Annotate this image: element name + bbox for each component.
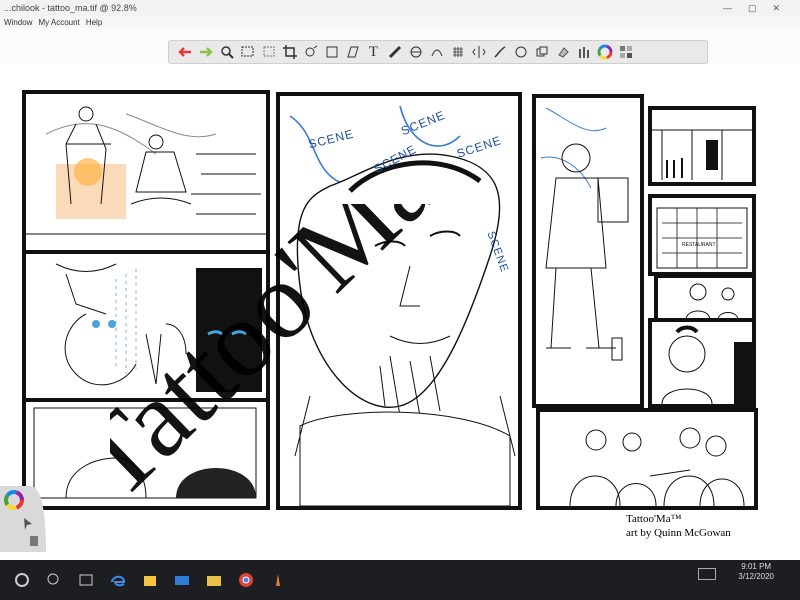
perspective-icon[interactable] xyxy=(427,43,446,62)
lasso-icon[interactable] xyxy=(259,43,278,62)
color-wheel-segment xyxy=(598,44,607,50)
clock-date: 3/12/2020 xyxy=(738,572,774,581)
color-wheel-segment xyxy=(605,51,612,60)
eraser-icon[interactable] xyxy=(30,536,38,546)
side-tools-graphic xyxy=(0,486,46,552)
symmetry-icon[interactable] xyxy=(469,43,488,62)
minimize-button[interactable]: — xyxy=(723,3,732,13)
store-icon[interactable] xyxy=(140,570,160,590)
stroke-icon[interactable] xyxy=(490,43,509,62)
system-clock[interactable]: 9:01 PM 3/12/2020 xyxy=(738,562,774,582)
brush-icon[interactable] xyxy=(574,43,593,62)
street-artwork xyxy=(652,129,752,180)
drawing-canvas[interactable]: SCENE SCENE SCENE SCENE SCENE RESTAURANT… xyxy=(0,64,800,560)
credit-title: Tattoo'Ma™ xyxy=(626,513,682,525)
color-wheel-segment xyxy=(598,54,607,60)
mail-icon[interactable] xyxy=(172,570,192,590)
menu-my-account[interactable]: My Account xyxy=(38,18,79,27)
taskbar xyxy=(0,560,800,600)
zoom-icon[interactable] xyxy=(217,43,236,62)
text-icon[interactable]: T xyxy=(364,43,383,62)
menu-help[interactable]: Help xyxy=(86,18,102,27)
file-explorer-icon[interactable] xyxy=(204,570,224,590)
shape-icon[interactable] xyxy=(511,43,530,62)
color-wheel-segment xyxy=(4,494,10,506)
warp-icon[interactable] xyxy=(343,43,362,62)
menu-bar: Window My Account Help xyxy=(0,16,800,28)
fill-icon[interactable] xyxy=(553,43,572,62)
window-controls: — ▢ ✕ xyxy=(723,0,780,16)
side-toolbar xyxy=(0,486,46,552)
ellipse-guide-icon[interactable] xyxy=(406,43,425,62)
redo-icon[interactable] xyxy=(196,43,215,62)
distort-icon[interactable] xyxy=(322,43,341,62)
comic-panel-street xyxy=(648,106,756,186)
grid-icon[interactable] xyxy=(448,43,467,62)
onlookers-artwork xyxy=(685,283,739,320)
transform-icon[interactable] xyxy=(301,43,320,62)
keyboard-icon[interactable] xyxy=(698,568,716,580)
edge-browser-icon[interactable] xyxy=(108,570,128,590)
color-wheel-segment xyxy=(597,47,601,57)
color-wheel-icon[interactable] xyxy=(595,43,614,62)
task-view-icon[interactable] xyxy=(76,570,96,590)
watermark-text: Tattoo'Ma xyxy=(110,204,457,521)
menu-window[interactable]: Window xyxy=(4,18,32,27)
selection-icon[interactable] xyxy=(238,43,257,62)
maximize-button[interactable]: ▢ xyxy=(748,3,757,14)
layer-icon[interactable] xyxy=(532,43,551,62)
app-icon[interactable] xyxy=(268,570,288,590)
swatches-icon[interactable] xyxy=(616,43,635,62)
tool-bar: T xyxy=(168,40,708,64)
window-title: ...chilook - tattoo_ma.tif @ 92.8% xyxy=(4,3,137,13)
artist-credit: Tattoo'Ma™ art by Quinn McGowan xyxy=(626,512,731,540)
windows-start-icon[interactable] xyxy=(12,570,32,590)
storefront-sign: RESTAURANT xyxy=(682,242,716,248)
watermark: Tattoo'Ma xyxy=(110,204,457,521)
color-wheel-segment xyxy=(605,44,612,53)
screen: ...chilook - tattoo_ma.tif @ 92.8% — ▢ ✕… xyxy=(0,0,800,560)
ruler-icon[interactable] xyxy=(385,43,404,62)
clock-time: 9:01 PM xyxy=(741,562,772,571)
search-icon[interactable] xyxy=(44,570,64,590)
close-button[interactable]: ✕ xyxy=(772,3,780,14)
chrome-icon[interactable] xyxy=(236,570,256,590)
title-bar: ...chilook - tattoo_ma.tif @ 92.8% — ▢ ✕ xyxy=(0,0,800,16)
crop-icon[interactable] xyxy=(280,43,299,62)
undo-icon[interactable] xyxy=(175,43,194,62)
credit-artist: art by Quinn McGowan xyxy=(626,527,731,539)
